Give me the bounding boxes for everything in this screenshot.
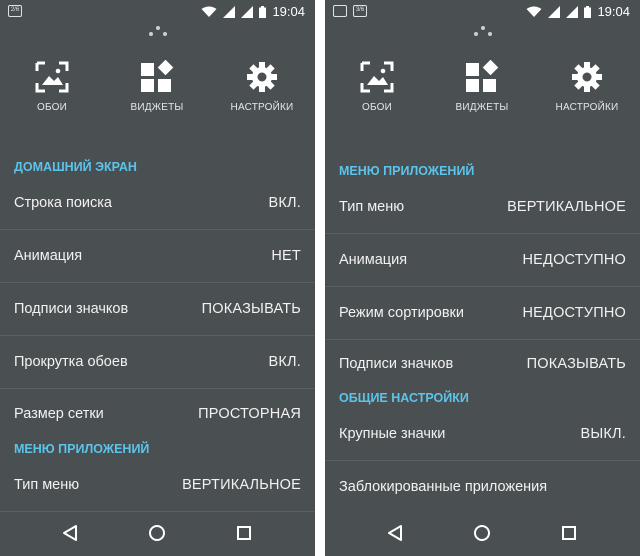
home-icon	[474, 525, 490, 541]
wifi-icon	[201, 6, 217, 17]
wallpaper-label: ОБОИ	[362, 102, 392, 113]
setting-value: НЕДОСТУПНО	[522, 305, 626, 321]
widgets-button[interactable]: ВИДЖЕТЫ	[107, 60, 207, 113]
wallpaper-label: ОБОИ	[37, 102, 67, 113]
setting-menu-type[interactable]: Тип меню ВЕРТИКАЛЬНОЕ	[325, 181, 640, 234]
wifi-icon	[526, 6, 542, 17]
setting-title: Тип меню	[339, 199, 405, 215]
setting-value: НЕТ	[271, 248, 301, 264]
setting-wallpaper-scroll[interactable]: Прокрутка обоев ВКЛ.	[0, 336, 315, 389]
signal-icon	[241, 5, 254, 18]
setting-menu-type[interactable]: Тип меню ВЕРТИКАЛЬНОЕ	[0, 459, 315, 512]
back-icon	[63, 525, 77, 541]
status-bar: 2/6 19:04	[0, 0, 315, 24]
recents-icon	[562, 526, 576, 540]
wallpaper-button[interactable]: ОБОИ	[327, 60, 427, 113]
back-icon	[388, 525, 402, 541]
widgets-label: ВИДЖЕТЫ	[455, 102, 509, 113]
back-button[interactable]	[62, 524, 78, 547]
setting-value: ПОКАЗЫВАТЬ	[201, 301, 301, 317]
setting-value: ВКЛ.	[268, 354, 301, 370]
section-header: ДОМАШНИЙ ЭКРАН	[14, 160, 137, 174]
setting-grid-size[interactable]: Размер сетки ПРОСТОРНАЯ	[0, 389, 315, 439]
setting-value: ВЕРТИКАЛЬНОЕ	[182, 477, 301, 493]
setting-title: Подписи значков	[14, 301, 129, 317]
clock: 19:04	[272, 4, 305, 19]
settings-list: МЕНЮ ПРИЛОЖЕНИЙ Тип меню ВЕРТИКАЛЬНОЕ Ан…	[325, 161, 640, 513]
setting-title: Тип меню	[14, 477, 80, 493]
battery-icon	[259, 5, 267, 18]
home-button[interactable]	[148, 524, 166, 547]
setting-value: НЕДОСТУПНО	[522, 252, 626, 268]
settings-button[interactable]: НАСТРОЙКИ	[212, 60, 312, 113]
section-header: ОБЩИЕ НАСТРОЙКИ	[339, 391, 469, 405]
setting-icon-labels[interactable]: Подписи значков ПОКАЗЫВАТЬ	[0, 283, 315, 336]
wallpaper-icon	[35, 61, 69, 93]
phone-screen-right: 3/6 19:04 ОБОИ ВИДЖЕТЫ НАСТРОЙКИ МЕНЮ ПР…	[325, 0, 640, 556]
setting-title: Прокрутка обоев	[14, 354, 128, 370]
setting-title: Заблокированные приложения	[339, 479, 548, 495]
gear-icon	[247, 62, 277, 92]
notification-badge-icon: 3/6	[353, 5, 367, 17]
recents-icon	[237, 526, 251, 540]
battery-icon	[584, 5, 592, 18]
signal-icon	[548, 5, 561, 18]
setting-value: ВЕРТИКАЛЬНОЕ	[507, 199, 626, 215]
setting-title: Анимация	[339, 252, 408, 268]
setting-icon-labels[interactable]: Подписи значков ПОКАЗЫВАТЬ	[325, 340, 640, 388]
signal-icon	[566, 5, 579, 18]
widgets-label: ВИДЖЕТЫ	[130, 102, 184, 113]
setting-value: ВЫКЛ.	[580, 426, 626, 442]
setting-title: Крупные значки	[339, 426, 446, 442]
status-bar: 3/6 19:04	[325, 0, 640, 24]
notification-badge-icon: 2/6	[8, 5, 22, 17]
wallpaper-icon	[360, 61, 394, 93]
widgets-icon	[466, 60, 499, 92]
setting-animation[interactable]: Анимация НЕТ	[0, 230, 315, 283]
setting-title: Подписи значков	[339, 356, 454, 372]
back-button[interactable]	[387, 524, 403, 547]
home-button[interactable]	[473, 524, 491, 547]
section-header: МЕНЮ ПРИЛОЖЕНИЙ	[339, 164, 475, 178]
setting-animation[interactable]: Анимация НЕДОСТУПНО	[325, 234, 640, 287]
clock: 19:04	[597, 4, 630, 19]
setting-title: Строка поиска	[14, 195, 112, 211]
page-indicator-icon	[148, 26, 167, 38]
page-indicator-icon	[473, 26, 492, 38]
widgets-button[interactable]: ВИДЖЕТЫ	[432, 60, 532, 113]
recents-button[interactable]	[561, 524, 577, 547]
settings-label: НАСТРОЙКИ	[230, 102, 294, 113]
setting-title: Размер сетки	[14, 406, 104, 422]
recents-button[interactable]	[236, 524, 252, 547]
setting-value: ПОКАЗЫВАТЬ	[526, 356, 626, 372]
navigation-bar	[325, 512, 640, 556]
widgets-icon	[141, 60, 174, 92]
wallpaper-button[interactable]: ОБОИ	[2, 60, 102, 113]
launcher-toolbar: ОБОИ ВИДЖЕТЫ НАСТРОЙКИ	[325, 60, 640, 120]
setting-sort-mode[interactable]: Режим сортировки НЕДОСТУПНО	[325, 287, 640, 340]
settings-label: НАСТРОЙКИ	[555, 102, 619, 113]
navigation-bar	[0, 512, 315, 556]
signal-icon	[223, 5, 236, 18]
launcher-toolbar: ОБОИ ВИДЖЕТЫ НАСТРОЙКИ	[0, 60, 315, 120]
settings-button[interactable]: НАСТРОЙКИ	[537, 60, 637, 113]
gear-icon	[572, 62, 602, 92]
home-icon	[149, 525, 165, 541]
settings-list: ДОМАШНИЙ ЭКРАН Строка поиска ВКЛ. Анимац…	[0, 157, 315, 512]
phone-screen-left: 2/6 19:04 ОБОИ ВИДЖЕТЫ НАСТРОЙКИ ДОМАШНИ…	[0, 0, 315, 556]
setting-large-icons[interactable]: Крупные значки ВЫКЛ.	[325, 408, 640, 461]
setting-value: ПРОСТОРНАЯ	[198, 406, 301, 422]
setting-search-bar[interactable]: Строка поиска ВКЛ.	[0, 177, 315, 230]
setting-title: Режим сортировки	[339, 305, 464, 321]
section-header: МЕНЮ ПРИЛОЖЕНИЙ	[14, 442, 150, 456]
setting-blocked-apps[interactable]: Заблокированные приложения	[325, 461, 640, 513]
gallery-icon	[333, 5, 347, 17]
setting-value: ВКЛ.	[268, 195, 301, 211]
setting-title: Анимация	[14, 248, 83, 264]
